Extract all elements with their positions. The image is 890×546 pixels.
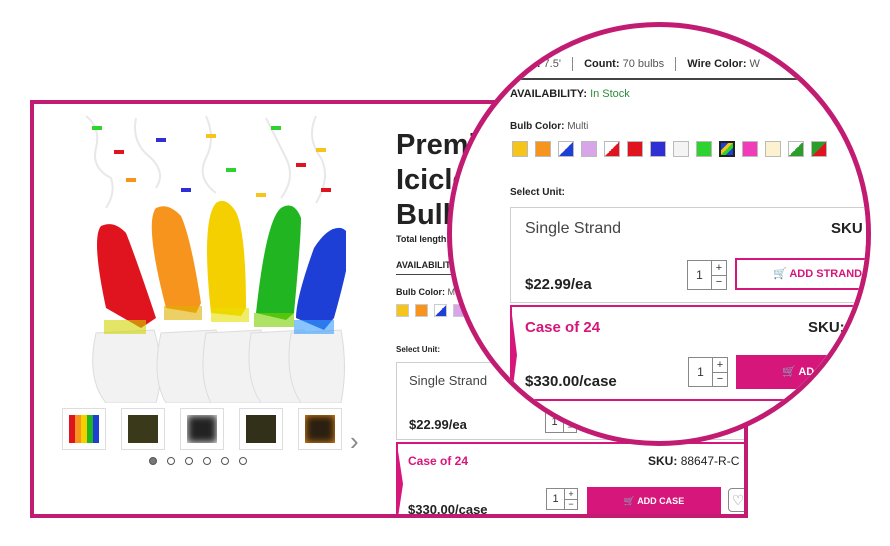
swatch-red[interactable] [627, 141, 643, 157]
length-value: 7.5' [543, 57, 561, 70]
cart-icon: 🛒 [773, 268, 787, 280]
heart-icon[interactable]: ♡ [728, 488, 744, 512]
bulb-color-text: Bulb Color: [396, 287, 445, 297]
carousel-dot[interactable] [185, 457, 193, 465]
thumbnail-3[interactable] [180, 408, 224, 450]
availability-label: AVAILABILITY: [510, 88, 587, 100]
unit-option-case[interactable]: Case of 24 SKU: 88647-R-C $330.00/case 1… [396, 442, 744, 517]
bulb-color: Bulb Color: Multi [510, 121, 588, 132]
length-label: ngth: [513, 57, 541, 70]
carousel-dot[interactable] [203, 457, 211, 465]
thumbnail-2[interactable] [121, 408, 165, 450]
swatch-orange[interactable] [415, 304, 428, 317]
cart-icon: 🛒 [623, 496, 636, 506]
swatch-blue[interactable] [650, 141, 666, 157]
sku-value: 88647-R-C [680, 454, 740, 468]
minus-icon[interactable]: − [565, 499, 577, 509]
minus-icon[interactable]: − [713, 372, 727, 386]
carousel-dot[interactable] [239, 457, 247, 465]
carousel-dot[interactable] [221, 457, 229, 465]
button-label-truncated: AD [798, 366, 815, 378]
quantity-value[interactable]: 1 [689, 358, 713, 386]
unit-price: $22.99/ea [525, 276, 592, 293]
swatch-purple[interactable] [581, 141, 597, 157]
swatch-white[interactable] [673, 141, 689, 157]
sku-label: SKU: [808, 319, 845, 336]
wire-value: W [749, 57, 760, 70]
total-length-label: Total length: [396, 234, 450, 244]
swatch-red-green[interactable] [811, 141, 827, 157]
swatch-orange[interactable] [535, 141, 551, 157]
bulb-color-label: Bulb Color: [510, 121, 565, 132]
plus-icon[interactable]: + [713, 358, 727, 373]
unit-name: Single Strand [525, 220, 622, 237]
unit-price: $330.00/case [525, 373, 617, 390]
sku-label: SKU [831, 220, 863, 237]
add-strand-button[interactable]: 🛒 ADD STRAND [735, 258, 866, 290]
cart-icon: 🛒 [782, 366, 796, 378]
swatch-pink[interactable] [742, 141, 758, 157]
unit-name: Case of 24 [408, 454, 469, 468]
quantity-value[interactable]: 1 [547, 489, 565, 509]
availability-value: In Stock [590, 88, 630, 100]
spec-row: ngth: 7.5' Count: 70 bulbs Wire Color: W [513, 57, 760, 71]
carousel-dot[interactable] [167, 457, 175, 465]
sku: SKU: 88647-R-C [648, 454, 739, 468]
bulb-color-value: Multi [567, 121, 589, 132]
thumbnail-1[interactable] [62, 408, 106, 450]
carousel-dots [149, 457, 259, 467]
chevron-right-icon[interactable]: › [350, 428, 370, 454]
quantity-stepper[interactable]: 1 + − [687, 260, 727, 290]
swatch-red-white[interactable] [604, 141, 620, 157]
select-unit-label: Select Unit: [396, 345, 441, 354]
bulb-color-label: Bulb Color: Mu [396, 287, 460, 297]
select-unit-label: Select Unit: [510, 187, 566, 198]
sku-label: SKU: [648, 454, 678, 468]
unit-price: $330.00/case [408, 502, 488, 517]
magnifier-lens: ngth: 7.5' Count: 70 bulbs Wire Color: W… [447, 22, 871, 446]
swatch-yellow[interactable] [512, 141, 528, 157]
swatch-blue-white[interactable] [434, 304, 447, 317]
button-label: ADD CASE [637, 496, 685, 506]
carousel-dot[interactable] [149, 457, 157, 465]
unit-option-case[interactable]: Case of 24 SKU: $330.00/case 1 + − 🛒 AD [510, 305, 866, 403]
thumbnail-5[interactable] [298, 408, 342, 450]
minus-icon[interactable]: − [712, 275, 726, 289]
quantity-stepper[interactable]: 1 + − [546, 488, 578, 510]
swatch-yellow[interactable] [396, 304, 409, 317]
add-case-button[interactable]: 🛒 AD [736, 355, 866, 389]
count-label: Count: [584, 57, 620, 70]
add-case-button[interactable]: 🛒 ADD CASE [587, 487, 721, 514]
availability: AVAILABILITY: In Stock [510, 88, 630, 100]
divider [505, 78, 866, 80]
unit-name: Case of 24 [525, 319, 601, 336]
swatch-warm-white[interactable] [765, 141, 781, 157]
count-value: 70 bulbs [622, 57, 665, 70]
wire-label: Wire Color: [687, 57, 747, 70]
selected-indicator [511, 307, 517, 403]
quantity-value[interactable]: 1 [688, 261, 712, 289]
swatch-green[interactable] [696, 141, 712, 157]
swatch-blue-white[interactable] [558, 141, 574, 157]
product-image [85, 115, 346, 403]
swatch-green-white[interactable] [788, 141, 804, 157]
selected-indicator [397, 444, 403, 514]
quantity-stepper[interactable]: 1 + − [688, 357, 728, 387]
button-label: ADD STRAND [789, 268, 863, 280]
unit-option-single[interactable]: Single Strand SKU $22.99/ea 1 + − 🛒 ADD … [510, 207, 866, 303]
plus-icon[interactable]: + [712, 261, 726, 276]
thumbnail-4[interactable] [239, 408, 283, 450]
thumbnail-strip [62, 408, 362, 452]
swatch-multi-selected[interactable] [719, 141, 735, 157]
